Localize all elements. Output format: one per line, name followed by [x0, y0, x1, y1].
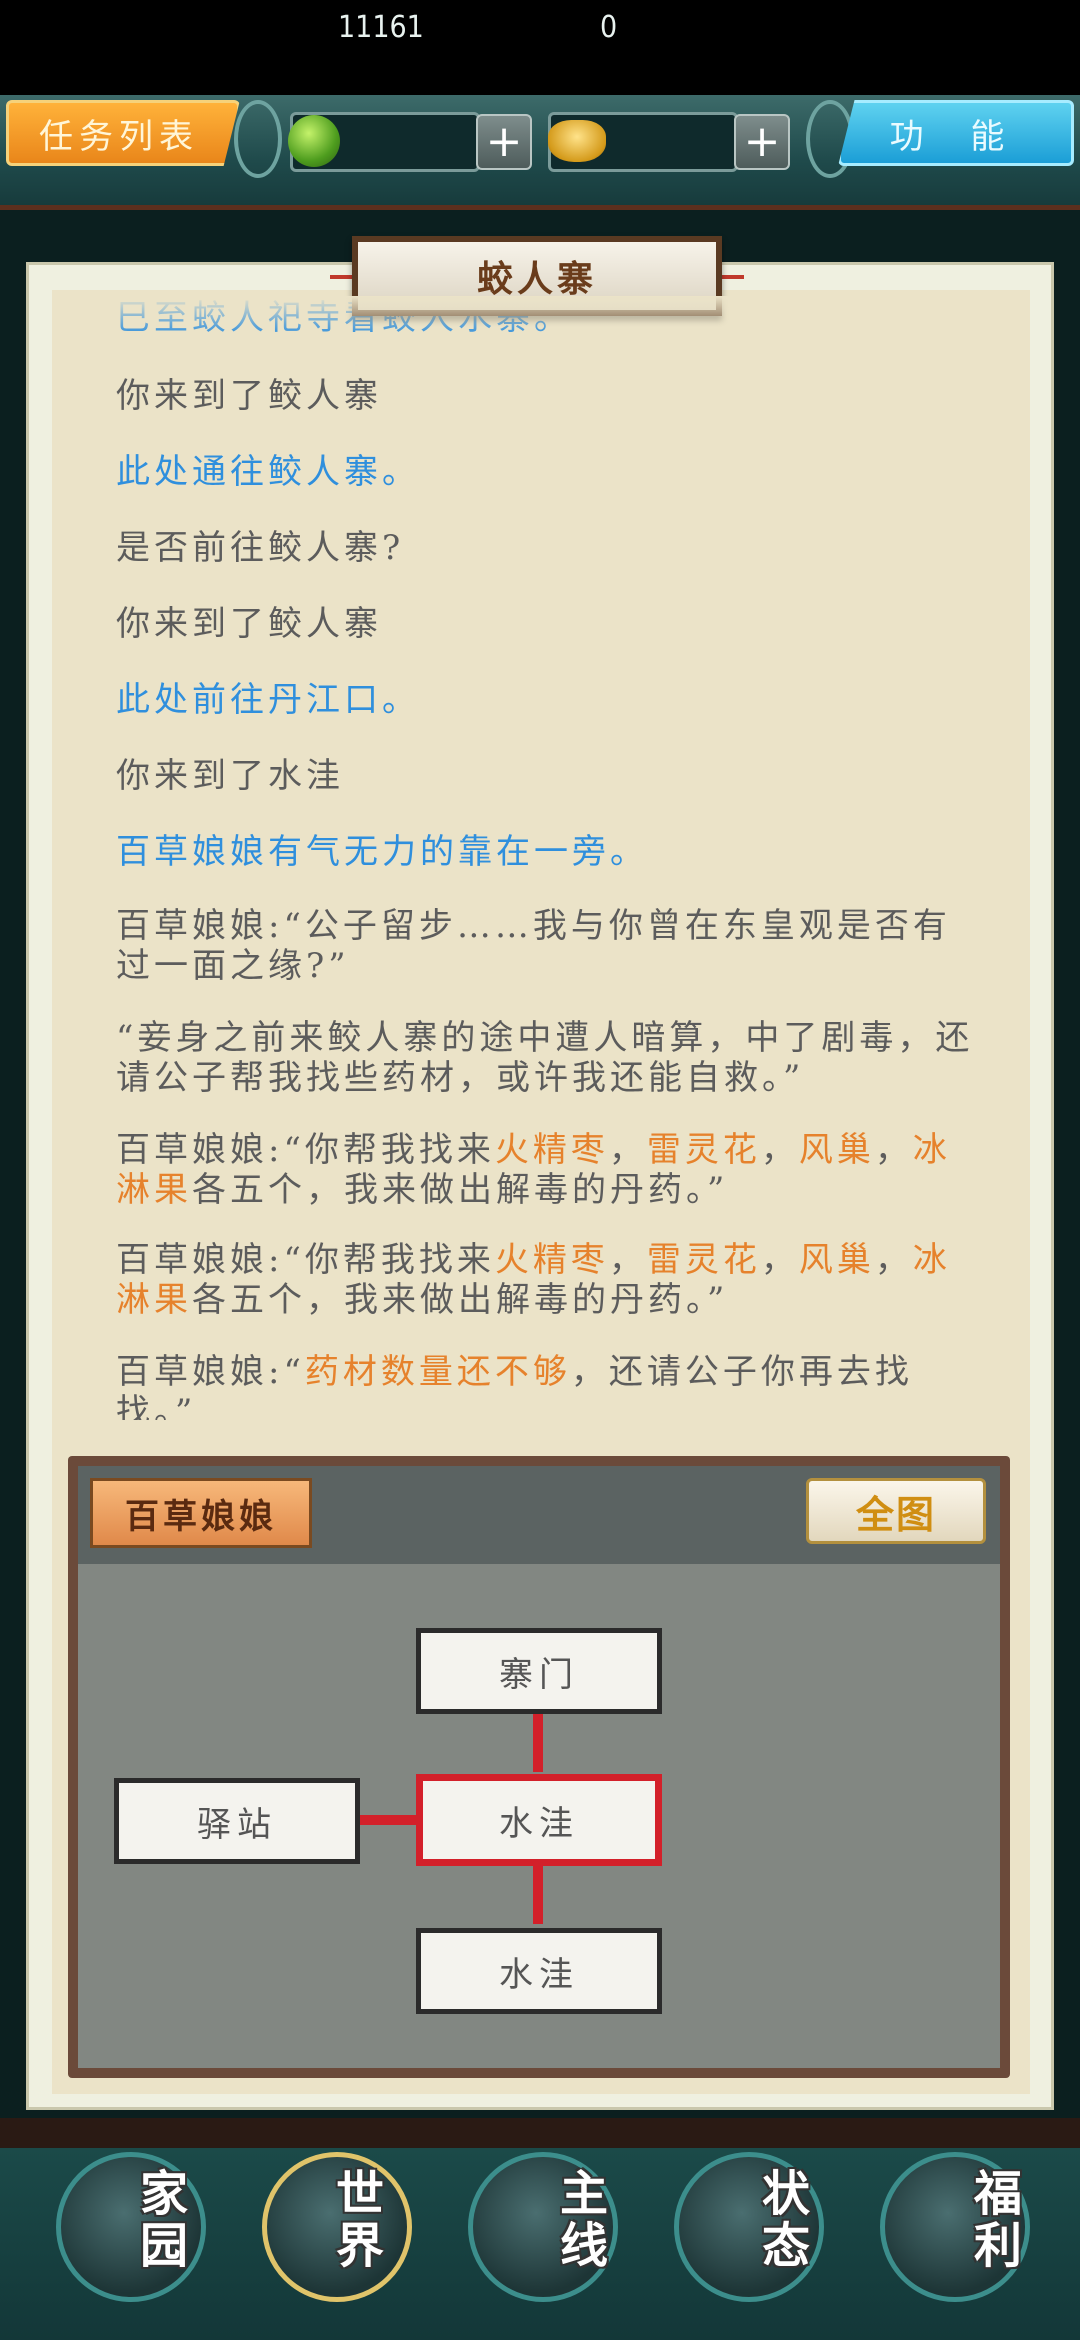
log-text: ， — [760, 1240, 799, 1280]
log-line: 此处通往鲛人寨。 — [116, 452, 976, 492]
log-line: 是否前往鲛人寨? — [116, 528, 976, 568]
nav-home-label-b: 园 — [140, 2218, 189, 2274]
log-text: ， — [874, 1130, 913, 1170]
status-area — [0, 0, 1080, 95]
log-text: ， — [608, 1130, 647, 1170]
map-link-south — [533, 1864, 543, 1924]
nav-world-label-b: 界 — [336, 2218, 385, 2274]
log-fade — [52, 296, 1030, 336]
log-text: 火精枣 — [494, 1130, 609, 1170]
map-node-current[interactable]: 水洼 — [416, 1774, 662, 1866]
npc-button[interactable]: 百草娘娘 — [90, 1478, 312, 1548]
nav-main-quest-label-b: 线 — [560, 2218, 609, 2274]
log-text: “妾身之前来鲛人寨的途中遭人暗算，中了剧毒，还请公子帮我找些药材，或许我还能自救… — [116, 1018, 974, 1098]
log-line: 百草娘娘有气无力的靠在一旁。 — [116, 832, 976, 872]
log-line: 百草娘娘:“药材数量还不够，还请公子你再去找找。” — [116, 1352, 976, 1420]
log-text: ， — [760, 1130, 799, 1170]
log-text: 你来到了水洼 — [116, 756, 344, 796]
log-line: “妾身之前来鲛人寨的途中遭人暗算，中了剧毒，还请公子帮我找些药材，或许我还能自救… — [116, 1018, 976, 1098]
log-line: 你来到了鲛人寨 — [116, 604, 976, 644]
log-text: 百草娘娘:“你帮我找来 — [116, 1240, 495, 1280]
task-list-button[interactable]: 任务列表 — [6, 100, 240, 166]
gold-ingot-icon — [548, 120, 606, 162]
log-line: 百草娘娘:“你帮我找来火精枣，雷灵花，风巢，冰淋果各五个，我来做出解毒的丹药。” — [116, 1130, 976, 1210]
jade-currency-icon — [288, 115, 340, 167]
log-text: 风巢 — [798, 1240, 875, 1280]
gold-amount: 0 — [600, 10, 618, 45]
log-text: 此处通往鲛人寨。 — [116, 452, 420, 492]
log-line: 你来到了鲛人寨 — [116, 376, 976, 416]
log-line: 百草娘娘:“你帮我找来火精枣，雷灵花，风巢，冰淋果各五个，我来做出解毒的丹药。” — [116, 1240, 976, 1320]
log-text: 你来到了鲛人寨 — [116, 376, 382, 416]
log-text: 此处前往丹江口。 — [116, 680, 420, 720]
map-node-west[interactable]: 驿站 — [114, 1778, 360, 1864]
log-line: 此处前往丹江口。 — [116, 680, 976, 720]
log-text: 百草娘娘:“你帮我找来 — [116, 1130, 495, 1170]
log-text: 你来到了鲛人寨 — [116, 604, 382, 644]
message-log[interactable]: 巳至蛟人祀寺看蛟人水寨。你来到了鲛人寨此处通往鲛人寨。是否前往鲛人寨?你来到了鲛… — [116, 300, 976, 1420]
log-text: 雷灵花 — [646, 1240, 761, 1280]
map-link-north — [533, 1712, 543, 1772]
log-text: 药材数量还不够 — [304, 1352, 571, 1392]
nav-status-label-a: 状 — [762, 2166, 811, 2222]
add-jade-button[interactable]: + — [476, 114, 532, 170]
log-text: 百草娘娘有气无力的靠在一旁。 — [116, 832, 648, 872]
log-text: ， — [608, 1240, 647, 1280]
log-text: ， — [874, 1240, 913, 1280]
nav-world-label-a: 世 — [336, 2166, 385, 2222]
function-button[interactable]: 功 能 — [838, 100, 1074, 166]
log-line: 百草娘娘:“公子留步……我与你曾在东皇观是否有过一面之缘?” — [116, 906, 976, 986]
log-text: 各五个，我来做出解毒的丹药。” — [192, 1170, 729, 1210]
log-text: 火精枣 — [494, 1240, 609, 1280]
nav-home-label-a: 家 — [140, 2166, 189, 2222]
log-line: 你来到了水洼 — [116, 756, 976, 796]
add-gold-button[interactable]: + — [734, 114, 790, 170]
nav-main-quest-label-a: 主 — [560, 2166, 609, 2222]
map-node-south[interactable]: 水洼 — [416, 1928, 662, 2014]
jade-amount: 11161 — [338, 10, 424, 45]
log-text: 各五个，我来做出解毒的丹药。” — [192, 1280, 729, 1320]
log-text: 风巢 — [798, 1130, 875, 1170]
ornament-left-icon — [234, 100, 282, 178]
full-map-button[interactable]: 全图 — [806, 1478, 986, 1544]
log-text: 雷灵花 — [646, 1130, 761, 1170]
nav-welfare-label-b: 利 — [974, 2218, 1023, 2274]
log-text: 百草娘娘:“公子留步……我与你曾在东皇观是否有过一面之缘?” — [116, 906, 951, 986]
log-text: 是否前往鲛人寨? — [116, 528, 405, 568]
nav-status-label-b: 态 — [762, 2218, 811, 2274]
map-node-north[interactable]: 寨门 — [416, 1628, 662, 1714]
nav-welfare-label-a: 福 — [974, 2166, 1023, 2222]
log-text: 百草娘娘:“ — [116, 1352, 305, 1392]
